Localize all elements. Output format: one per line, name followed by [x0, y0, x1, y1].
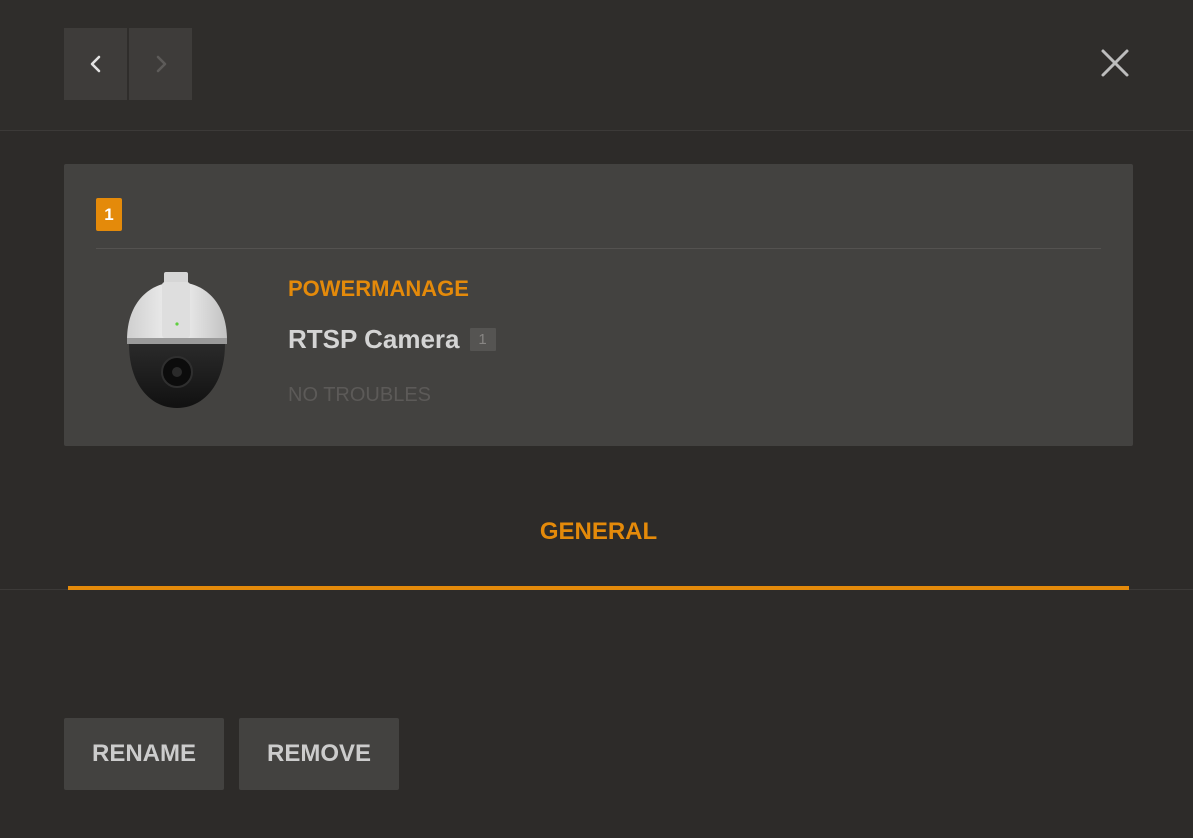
- chevron-right-icon: [156, 55, 166, 73]
- remove-button[interactable]: REMOVE: [239, 718, 399, 790]
- device-id-badge: 1: [469, 328, 496, 351]
- previous-device-button[interactable]: [64, 28, 127, 100]
- header-bar: [0, 0, 1193, 131]
- next-device-button[interactable]: [129, 28, 192, 100]
- close-button[interactable]: [1096, 44, 1134, 82]
- device-navigation: [64, 28, 192, 100]
- camera-image: [127, 272, 227, 408]
- device-name: RTSP Camera: [288, 324, 460, 354]
- chevron-left-icon: [90, 55, 100, 73]
- tab-general-label: GENERAL: [539, 518, 658, 545]
- device-card: 1 POWERMANAGE RTSP Camera 1 NO TROUBLES: [64, 164, 1133, 446]
- card-divider: [96, 248, 1101, 249]
- device-status: NO TROUBLES: [288, 384, 431, 406]
- tab-general[interactable]: GENERAL: [68, 500, 1129, 590]
- rename-button[interactable]: RENAME: [64, 718, 224, 790]
- close-icon: [1101, 49, 1129, 77]
- device-name-row: RTSP Camera 1: [288, 324, 496, 355]
- zone-number-badge: 1: [96, 198, 122, 231]
- device-brand: POWERMANAGE: [288, 276, 469, 301]
- active-tab-indicator: [68, 586, 1129, 590]
